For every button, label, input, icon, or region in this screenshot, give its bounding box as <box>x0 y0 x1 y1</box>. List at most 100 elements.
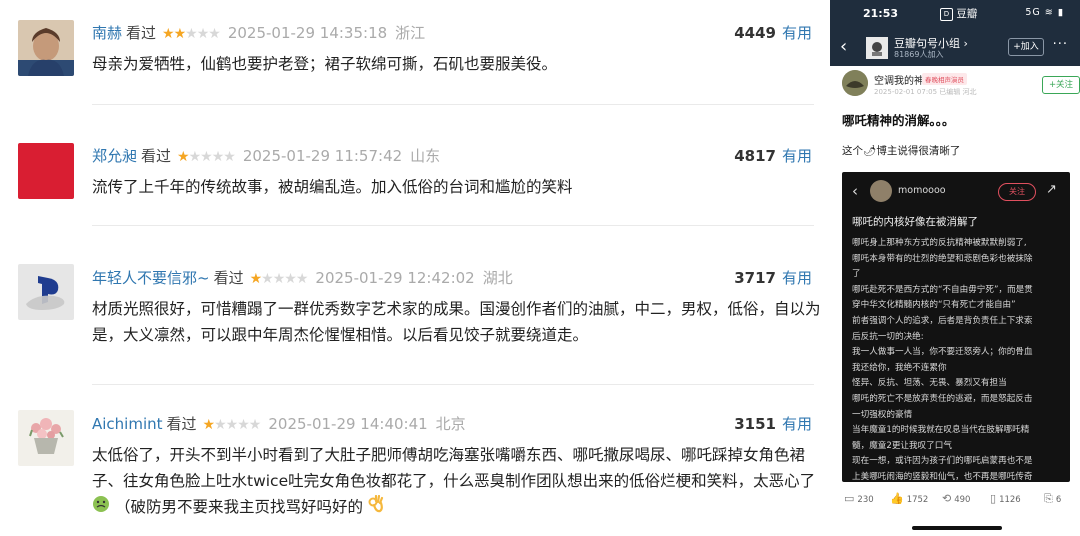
review-username[interactable]: 南赫 <box>92 24 122 42</box>
embed-line: 后反抗一切的决绝: <box>852 331 924 342</box>
post-body: 这个🌶博主说得很清晰了 <box>842 145 961 157</box>
like-action[interactable]: 👍 1752 <box>890 492 928 505</box>
group-icon[interactable] <box>866 37 888 59</box>
star-empty-icon: ★ <box>284 271 297 287</box>
avatar[interactable] <box>18 264 74 320</box>
post-title: 哪吒精神的消解。。。 <box>842 113 955 128</box>
useful-button[interactable]: 有用 <box>782 415 812 433</box>
review-location: 山东 <box>410 147 441 165</box>
avatar[interactable] <box>18 20 74 76</box>
avatar[interactable] <box>18 410 74 466</box>
embed-line: 髓，魔童2更让我叹了口气 <box>852 440 952 451</box>
content-line: 子、往女角色脸上吐水twice吐完女角色妆都花了，什么恶臭制作团队想出来的低俗烂… <box>92 472 816 490</box>
embed-line: 穿中华文化精髓内核的“只有死亡才能自由” <box>852 300 1016 311</box>
review-time: 2025-01-29 11:57:42 <box>242 147 403 165</box>
useful-button[interactable]: 有用 <box>782 269 812 287</box>
more-icon[interactable]: ··· <box>1053 37 1068 52</box>
repost-action[interactable]: ⟲ 490 <box>942 492 970 505</box>
embed-follow-button: 关注 <box>998 183 1036 201</box>
review-content: 材质光照很好，可惜糟蹋了一群优秀数字艺术家的成果。国漫创作者们的油腻，中二，男权… <box>92 296 822 348</box>
star-empty-icon: ★ <box>200 149 213 165</box>
review-content: 太低俗了，开头不到半小时看到了大肚子肥师傅胡吃海塞张嘴嚼东西、哪吒撒尿喝尿、哪吒… <box>92 442 822 521</box>
review-username[interactable]: Aichimint <box>92 415 163 433</box>
review-action: 看过 <box>141 147 172 165</box>
star-empty-icon: ★ <box>248 417 262 433</box>
embed-text: 哪吒身上那种东方式的反抗精神被默默削弱了, 哪吒本身带有的壮烈的绝望和悲剧色彩也… <box>852 236 1064 482</box>
rating-stars: ★★★★★ <box>177 145 236 169</box>
repost-icon: ⟲ <box>942 492 952 505</box>
embed-line: 哪吒的死亡不是放弃责任的逃避，而是怒起反击 <box>852 393 1033 404</box>
star-empty-icon: ★ <box>272 271 286 287</box>
review-meta: Aichimint 看过 ★★★★★ 2025-01-29 14:40:41 北京 <box>92 412 466 436</box>
review-username[interactable]: 郑允昶 <box>92 147 137 165</box>
status-icons: 5G ≋ ▮ <box>1025 7 1064 18</box>
embed-avatar <box>870 180 892 202</box>
rating-stars: ★★★★★ <box>202 413 262 437</box>
review-location: 湖北 <box>482 269 513 287</box>
review-list: 南赫 看过 ★★★★★ 2025-01-29 14:35:18 浙江 4449 有用 母亲… <box>0 0 830 536</box>
comment-action[interactable]: ▭ 230 <box>844 492 874 505</box>
useful-count: 4817 <box>734 147 776 165</box>
like-count: 1752 <box>906 495 929 505</box>
nauseated-face-icon <box>92 495 110 521</box>
share-action[interactable]: ⎘ 6 <box>1044 492 1061 506</box>
repost-count: 490 <box>954 495 971 505</box>
share-count: 6 <box>1055 495 1062 505</box>
useful-count: 4449 <box>734 24 776 42</box>
star-filled-icon: ★ <box>202 417 216 433</box>
embed-line: 哪吒身上那种东方式的反抗精神被默默削弱了, <box>852 238 1027 248</box>
useful-count: 3717 <box>734 269 776 287</box>
comment-icon: ▭ <box>844 492 855 505</box>
douban-icon: D <box>940 7 953 21</box>
bookmark-icon: ▯ <box>990 492 997 505</box>
review-username[interactable]: 年轻人不要信邪~ <box>92 269 210 287</box>
follow-button[interactable]: +关注 <box>1042 76 1080 94</box>
star-empty-icon: ★ <box>185 26 198 42</box>
star-empty-icon: ★ <box>295 271 309 287</box>
embed-username: momoooo <box>898 185 946 196</box>
star-filled-icon: ★ <box>173 26 187 42</box>
star-filled-icon: ★ <box>249 271 263 287</box>
review-content: 流传了上千年的传统故事，被胡编乱造。加入低俗的台词和尴尬的笑料 <box>92 178 573 196</box>
divider <box>92 104 814 105</box>
collect-action[interactable]: ▯ 1126 <box>990 492 1021 505</box>
content-line: 太低俗了，开头不到半小时看到了大肚子肥师傅胡吃海塞张嘴嚼东西、哪吒撒尿喝尿、哪吒… <box>92 446 806 464</box>
embed-line: 哪吒本身带有的壮烈的绝望和悲剧色彩也被抹除 <box>852 253 1033 264</box>
star-filled-icon: ★ <box>177 149 190 165</box>
avatar[interactable] <box>18 143 74 199</box>
review-meta: 南赫 看过 ★★★★★ 2025-01-29 14:35:18 浙江 <box>92 21 425 45</box>
divider <box>92 225 814 226</box>
embed-line: 当年魔童1的时候我就在叹息当代在肢解哪吒精 <box>852 425 1030 436</box>
embed-line: 现在一想，或许因为孩子们的哪吒启蒙再也不是 <box>852 456 1033 467</box>
review-meta: 年轻人不要信邪~ 看过 ★★★★★ 2025-01-29 12:42:02 湖北 <box>92 266 513 290</box>
review-action: 看过 <box>126 24 157 42</box>
review-location: 浙江 <box>395 24 426 42</box>
ok-hand-icon <box>368 494 384 521</box>
embedded-screenshot[interactable]: ‹ momoooo 关注 ↗ 哪吒的内核好像在被消解了 哪吒身上那种东方式的反抗… <box>842 172 1070 482</box>
embed-line: 我还给你，我绝不连累你 <box>852 362 947 373</box>
status-bar: 21:53 D 豆瓣 5G ≋ ▮ <box>830 5 1080 23</box>
star-empty-icon: ★ <box>261 271 274 287</box>
star-filled-icon: ★ <box>162 26 175 42</box>
back-arrow-icon: ‹ <box>852 182 858 200</box>
content-text: （破防男不要来我主页找骂好吗好的 <box>114 498 363 516</box>
star-empty-icon: ★ <box>196 26 210 42</box>
phone-top-bar: 21:53 D 豆瓣 5G ≋ ▮ ‹ 豆瓣句号小组 › 81869人加入 +加… <box>830 0 1080 66</box>
author-name[interactable]: 空调我的神 <box>874 72 924 87</box>
star-empty-icon: ★ <box>214 417 227 433</box>
star-empty-icon: ★ <box>237 417 250 433</box>
post-meta: 2025-02-01 07:05 已编辑 河北 <box>874 88 977 96</box>
back-arrow-icon[interactable]: ‹ <box>840 36 847 57</box>
divider <box>92 384 814 385</box>
useful-button[interactable]: 有用 <box>782 24 812 42</box>
status-app-name: 豆瓣 <box>956 8 978 20</box>
group-header: ‹ 豆瓣句号小组 › 81869人加入 +加入 ··· <box>830 34 1080 62</box>
join-group-button[interactable]: +加入 <box>1008 38 1044 56</box>
author-avatar[interactable] <box>842 70 868 96</box>
useful-button[interactable]: 有用 <box>782 147 812 165</box>
review-time: 2025-01-29 14:35:18 <box>227 24 388 42</box>
embed-line: 我一人做事一人当，你不要迁怒旁人；你的骨血 <box>852 347 1033 358</box>
useful-votes: 3717 有用 <box>734 266 812 290</box>
star-empty-icon: ★ <box>223 149 236 165</box>
embed-line: 前者强调个人的追求，后者是背负责任上下求索 <box>852 315 1033 326</box>
